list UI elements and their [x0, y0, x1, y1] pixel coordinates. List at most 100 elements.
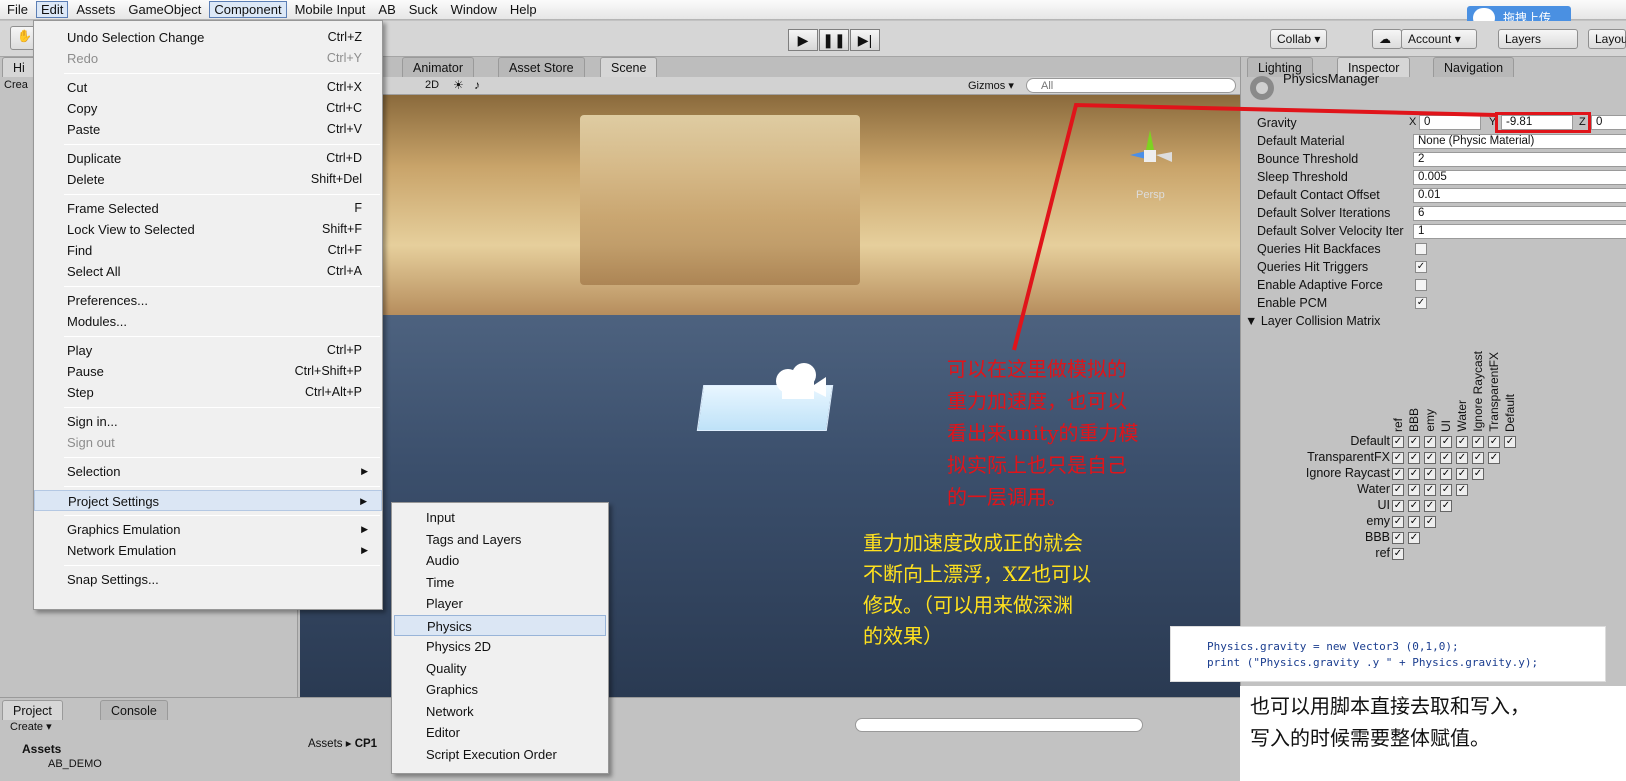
menu-item-select-all[interactable]: Select All Ctrl+A — [34, 261, 382, 282]
menu-item-sign-out[interactable]: Sign out — [34, 432, 382, 453]
submenu-arrow-icon: ▶ — [361, 545, 368, 555]
menu-item-shortcut: Ctrl+P — [326, 343, 362, 357]
note-line: 写入的时候需要整体赋值。 — [1250, 726, 1490, 750]
menu-item-shortcut: Shift+Del — [310, 172, 362, 186]
menu-separator — [64, 336, 380, 337]
menu-separator — [64, 194, 380, 195]
menu-item-label: Sign out — [67, 435, 115, 450]
menu-item-project-settings[interactable]: Project Settings ▶ — [34, 490, 382, 511]
menu-item-shortcut: Ctrl+Shift+P — [294, 364, 362, 378]
menu-item-frame-selected[interactable]: Frame Selected F — [34, 198, 382, 219]
menu-item-label: Snap Settings... — [67, 572, 159, 587]
menu-item-label: Graphics Emulation — [67, 522, 181, 537]
menu-item-label: Select All — [67, 264, 121, 279]
menu-item-lock-view[interactable]: Lock View to Selected Shift+F — [34, 219, 382, 240]
submenu-item-graphics[interactable]: Graphics — [394, 679, 606, 700]
menu-item-shortcut: Ctrl+C — [326, 101, 362, 115]
annotation-line: 重力加速度改成正的就会 — [863, 531, 1083, 555]
menu-item-shortcut: Ctrl+V — [326, 122, 362, 136]
menu-item-label: Delete — [67, 172, 105, 187]
menu-item-shortcut: Ctrl+Alt+P — [305, 385, 362, 399]
menu-item-label: Pause — [67, 364, 104, 379]
submenu-item-input[interactable]: Input — [394, 507, 606, 528]
menu-item-delete[interactable]: Delete Shift+Del — [34, 169, 382, 190]
menu-item-network-emulation[interactable]: Network Emulation ▶ — [34, 540, 382, 561]
menu-item-label: Duplicate — [67, 151, 122, 166]
annotation-line: 的一层调用。 — [947, 485, 1067, 509]
menu-item-label: Selection — [67, 464, 121, 479]
menu-item-shortcut: Ctrl+A — [326, 264, 362, 278]
submenu-item-script-execution-order[interactable]: Script Execution Order — [394, 744, 606, 765]
menu-separator — [64, 565, 380, 566]
menu-item-graphics-emulation[interactable]: Graphics Emulation ▶ — [34, 519, 382, 540]
menu-item-label: Preferences... — [67, 293, 148, 308]
submenu-item-time[interactable]: Time — [394, 572, 606, 593]
menu-item-shortcut: Ctrl+Y — [326, 51, 362, 65]
submenu-item-editor[interactable]: Editor — [394, 722, 606, 743]
project-settings-submenu: Input Tags and Layers Audio Time Player Physi… — [391, 502, 609, 774]
menu-item-duplicate[interactable]: Duplicate Ctrl+D — [34, 148, 382, 169]
menu-item-preferences[interactable]: Preferences... — [34, 290, 382, 311]
menu-item-label: Project Settings — [68, 494, 160, 509]
menu-item-label: Copy — [67, 101, 98, 116]
yellow-annotation-text: 重力加速度改成正的就会 不断向上漂浮，XZ也可以 修改。（可以用来做深渊 的效果… — [863, 528, 1163, 652]
annotation-line: 的效果） — [863, 624, 943, 648]
menu-item-label: Step — [67, 385, 94, 400]
menu-item-label: Frame Selected — [67, 201, 159, 216]
code-snippet: Physics.gravity = new Vector3 (0,1,0); p… — [1170, 626, 1606, 682]
annotation-line: 可以在这里做模拟的 — [947, 357, 1127, 381]
menu-item-label: Cut — [67, 80, 88, 95]
menu-item-selection[interactable]: Selection ▶ — [34, 461, 382, 482]
annotation-line: 不断向上漂浮，XZ也可以 — [863, 562, 1092, 586]
edit-menu-dropdown: Undo Selection Change Ctrl+Z Redo Ctrl+Y Cut… — [33, 20, 383, 610]
red-annotation-text: 可以在这里做模拟的 重力加速度，也可以 看出来unity的重力模 拟实际上也只是… — [947, 353, 1207, 513]
menu-item-shortcut: Ctrl+X — [326, 80, 362, 94]
menu-separator — [64, 73, 380, 74]
annotation-line: 拟实际上也只是自己 — [947, 453, 1127, 477]
menu-item-shortcut: Ctrl+Z — [327, 30, 362, 44]
menu-item-label: Network Emulation — [67, 543, 177, 558]
menu-item-paste[interactable]: Paste Ctrl+V — [34, 119, 382, 140]
menu-item-label: Undo Selection Change — [67, 30, 205, 45]
submenu-item-physics-2d[interactable]: Physics 2D — [394, 636, 606, 657]
menu-separator — [64, 286, 380, 287]
menu-item-redo[interactable]: Redo Ctrl+Y — [34, 48, 382, 69]
submenu-arrow-icon: ▶ — [360, 496, 367, 506]
submenu-item-player[interactable]: Player — [394, 593, 606, 614]
menu-item-cut[interactable]: Cut Ctrl+X — [34, 77, 382, 98]
menu-item-modules[interactable]: Modules... — [34, 311, 382, 332]
menu-item-label: Play — [67, 343, 93, 358]
menu-separator — [64, 515, 380, 516]
menu-item-sign-in[interactable]: Sign in... — [34, 411, 382, 432]
menu-item-label: Redo — [67, 51, 99, 66]
code-line: Physics.gravity = new Vector3 (0,1,0); — [1207, 640, 1459, 653]
menu-separator — [64, 144, 380, 145]
menu-item-label: Lock View to Selected — [67, 222, 195, 237]
menu-item-step[interactable]: Step Ctrl+Alt+P — [34, 382, 382, 403]
menu-item-play[interactable]: Play Ctrl+P — [34, 340, 382, 361]
menu-item-find[interactable]: Find Ctrl+F — [34, 240, 382, 261]
submenu-item-physics[interactable]: Physics — [394, 614, 606, 636]
annotation-line: 看出来unity的重力模 — [947, 421, 1139, 445]
menu-separator — [64, 486, 380, 487]
submenu-item-quality[interactable]: Quality — [394, 658, 606, 679]
menu-item-shortcut: Shift+F — [322, 222, 362, 236]
menu-item-snap-settings[interactable]: Snap Settings... — [34, 569, 382, 590]
menu-separator — [64, 457, 380, 458]
menu-item-label: Paste — [67, 122, 101, 137]
submenu-item-tags-and-layers[interactable]: Tags and Layers — [394, 529, 606, 550]
menu-item-shortcut: Ctrl+D — [326, 151, 362, 165]
menu-item-copy[interactable]: Copy Ctrl+C — [34, 98, 382, 119]
menu-item-label: Sign in... — [67, 414, 118, 429]
menu-item-label: Modules... — [67, 314, 127, 329]
bottom-note: 也可以用脚本直接去取和写入， 写入的时候需要整体赋值。 — [1240, 686, 1626, 781]
code-line: print ("Physics.gravity .y " + Physics.g… — [1207, 656, 1539, 669]
menu-item-pause[interactable]: Pause Ctrl+Shift+P — [34, 361, 382, 382]
menu-separator — [64, 407, 380, 408]
menu-item-undo[interactable]: Undo Selection Change Ctrl+Z — [34, 27, 382, 48]
menu-item-shortcut: F — [354, 201, 362, 215]
submenu-item-network[interactable]: Network — [394, 701, 606, 722]
menu-item-label: Find — [67, 243, 93, 258]
menu-item-shortcut: Ctrl+F — [327, 243, 362, 257]
submenu-item-audio[interactable]: Audio — [394, 550, 606, 571]
